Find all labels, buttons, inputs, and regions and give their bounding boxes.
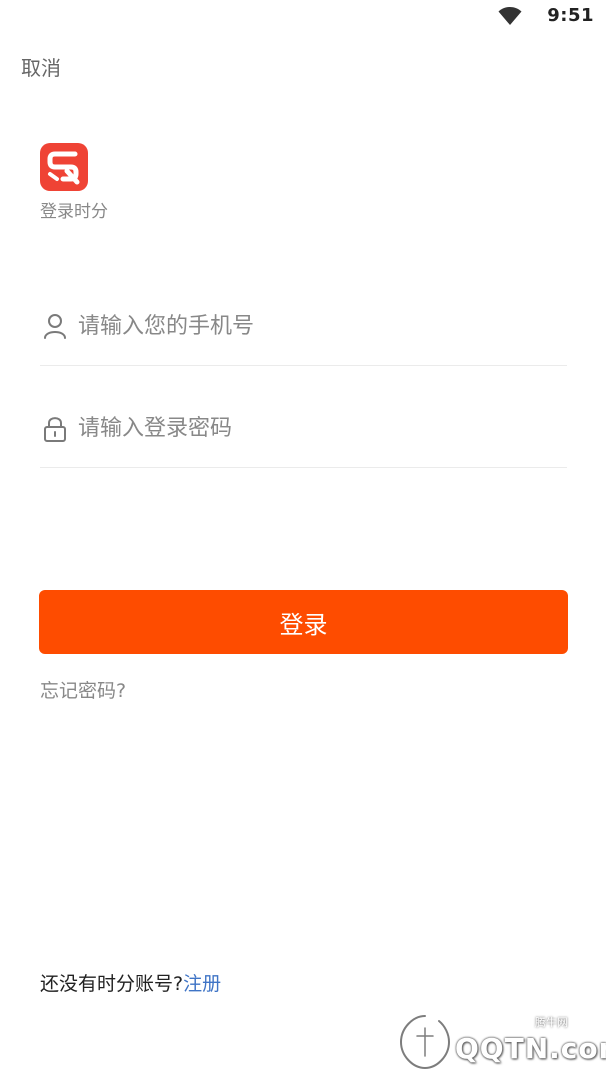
- app-logo: [40, 143, 88, 191]
- watermark-text: QQTN.com: [455, 1032, 606, 1065]
- login-subtitle: 登录时分: [40, 202, 108, 222]
- phone-field-row: [40, 295, 567, 366]
- sr-logo-icon: [47, 151, 80, 185]
- user-icon: [43, 313, 67, 339]
- watermark: 腾牛网 QQTN.com: [395, 1010, 606, 1074]
- password-field-row: [40, 397, 567, 468]
- register-prompt-text: 还没有时分账号?: [40, 973, 184, 995]
- register-prompt-row: 还没有时分账号?注册: [40, 969, 221, 996]
- lock-icon: [43, 415, 67, 442]
- status-bar: 9:51: [0, 0, 606, 34]
- login-button[interactable]: 登录: [39, 590, 568, 654]
- password-input[interactable]: [78, 407, 558, 449]
- status-time: 9:51: [547, 5, 594, 26]
- watermark-small-text: 腾牛网: [535, 1016, 568, 1029]
- register-link[interactable]: 注册: [183, 973, 221, 995]
- wifi-icon: [498, 6, 522, 26]
- forgot-password-link[interactable]: 忘记密码?: [40, 676, 126, 703]
- phone-input[interactable]: [78, 305, 558, 347]
- watermark-logo-icon: [397, 1013, 453, 1072]
- cancel-button[interactable]: 取消: [21, 52, 61, 81]
